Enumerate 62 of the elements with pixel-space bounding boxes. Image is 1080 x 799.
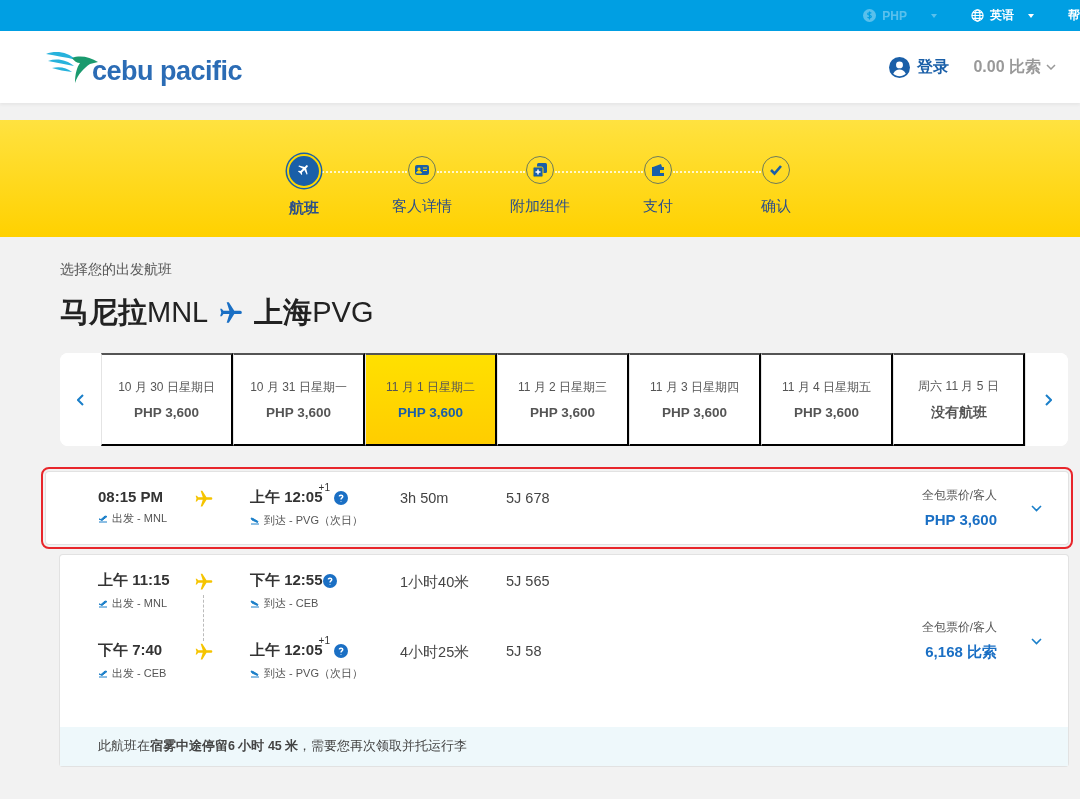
- landing-icon: [250, 599, 260, 608]
- arrival-airport: 到达 - CEB: [264, 596, 319, 611]
- arrival-time: 下午 12:55: [250, 571, 323, 590]
- dollar-coin-icon: [863, 9, 877, 22]
- departure-airport: 出发 - MNL: [112, 596, 167, 611]
- plane-icon: [194, 642, 214, 662]
- flight-number: 5J 678: [506, 489, 550, 506]
- landing-icon: [250, 516, 260, 525]
- brand-name: cebu pacific: [92, 56, 243, 87]
- layover-notice: 此航班在宿雾中途停留6 小时 45 米，需要您再次领取并托运行李: [60, 727, 1068, 766]
- step-label: 客人详情: [392, 197, 452, 216]
- takeoff-icon: [98, 514, 108, 523]
- arrival-airport: 到达 - PVG（次日）: [264, 666, 363, 681]
- takeoff-icon: [98, 669, 108, 678]
- flight-duration: 3h 50m: [400, 489, 450, 506]
- plane-icon: [218, 300, 245, 326]
- flight-duration: 1小时40米: [400, 573, 471, 592]
- step-label: 支付: [643, 197, 673, 216]
- chevron-down-icon: [1031, 637, 1042, 645]
- date-tab[interactable]: 11 月 4 日星期五 PHP 3,600: [761, 353, 893, 446]
- arrival-airport: 到达 - PVG（次日）: [264, 513, 363, 528]
- takeoff-icon: [98, 599, 108, 608]
- fare-price: 6,168 比索: [925, 643, 997, 662]
- page-subtitle: 选择您的出发航班: [60, 261, 173, 279]
- chevron-right-icon: [1043, 393, 1052, 406]
- info-icon[interactable]: [322, 574, 337, 588]
- globe-icon: [971, 9, 984, 22]
- landing-icon: [250, 669, 260, 678]
- flight-duration: 4小时25米: [400, 643, 471, 662]
- plane-icon: [194, 572, 214, 592]
- date-tab[interactable]: 11 月 1 日星期二 PHP 3,600: [365, 353, 497, 446]
- step-label: 确认: [761, 197, 791, 216]
- departure-airport: 出发 - CEB: [112, 666, 167, 681]
- fare-label: 全包票价/客人: [921, 620, 997, 635]
- date-tab[interactable]: 11 月 3 日星期四 PHP 3,600: [629, 353, 761, 446]
- login-link[interactable]: 登录: [917, 56, 950, 78]
- caret-icon: [931, 13, 937, 18]
- info-icon[interactable]: [333, 644, 348, 658]
- chevron-down-icon: [1031, 504, 1042, 512]
- origin: 马尼拉MNL: [60, 295, 209, 330]
- user-icon: [889, 56, 911, 78]
- date-tab[interactable]: 10 月 31 日星期一 PHP 3,600: [233, 353, 365, 446]
- caret-icon: [1028, 13, 1034, 18]
- destination: 上海PVG: [254, 295, 374, 330]
- departure-airport: 出发 - MNL: [112, 511, 167, 526]
- date-tab[interactable]: 11 月 2 日星期三 PHP 3,600: [497, 353, 629, 446]
- departure-time: 08:15 PM: [98, 488, 165, 505]
- fare-label: 全包票价/客人: [921, 488, 997, 503]
- flight-card[interactable]: 上午 11:15 出发 - MNL 下午 12:55 到达 - CEB 1小时40米 5J 565 下午 7:40 出发 - CEB 上午 12:05$^{+1}$ 到达 - PVG（次日） 4小时25米 5J 58 全包票价/客人 6,168 比索 此航班在宿雾中途停留6 小时 45 米，需要您再次领取并托运行李: [60, 555, 1068, 766]
- date-tab[interactable]: 周六 11 月 5 日 没有航班: [893, 353, 1025, 446]
- flight-number: 5J 58: [506, 642, 542, 659]
- step-label: 航班: [289, 199, 319, 218]
- info-icon[interactable]: [333, 491, 348, 505]
- plane-icon: [194, 489, 214, 509]
- step-label: 附加组件: [510, 197, 570, 216]
- departure-time: 下午 7:40: [98, 641, 164, 660]
- chevron-left-icon: [76, 393, 85, 406]
- date-tab[interactable]: 10 月 30 日星期日 PHP 3,600: [101, 353, 233, 446]
- departure-time: 上午 11:15: [98, 571, 171, 590]
- fare-price: PHP 3,600: [924, 511, 997, 528]
- chevron-down-icon: [1046, 64, 1056, 70]
- flight-number: 5J 565: [506, 572, 550, 589]
